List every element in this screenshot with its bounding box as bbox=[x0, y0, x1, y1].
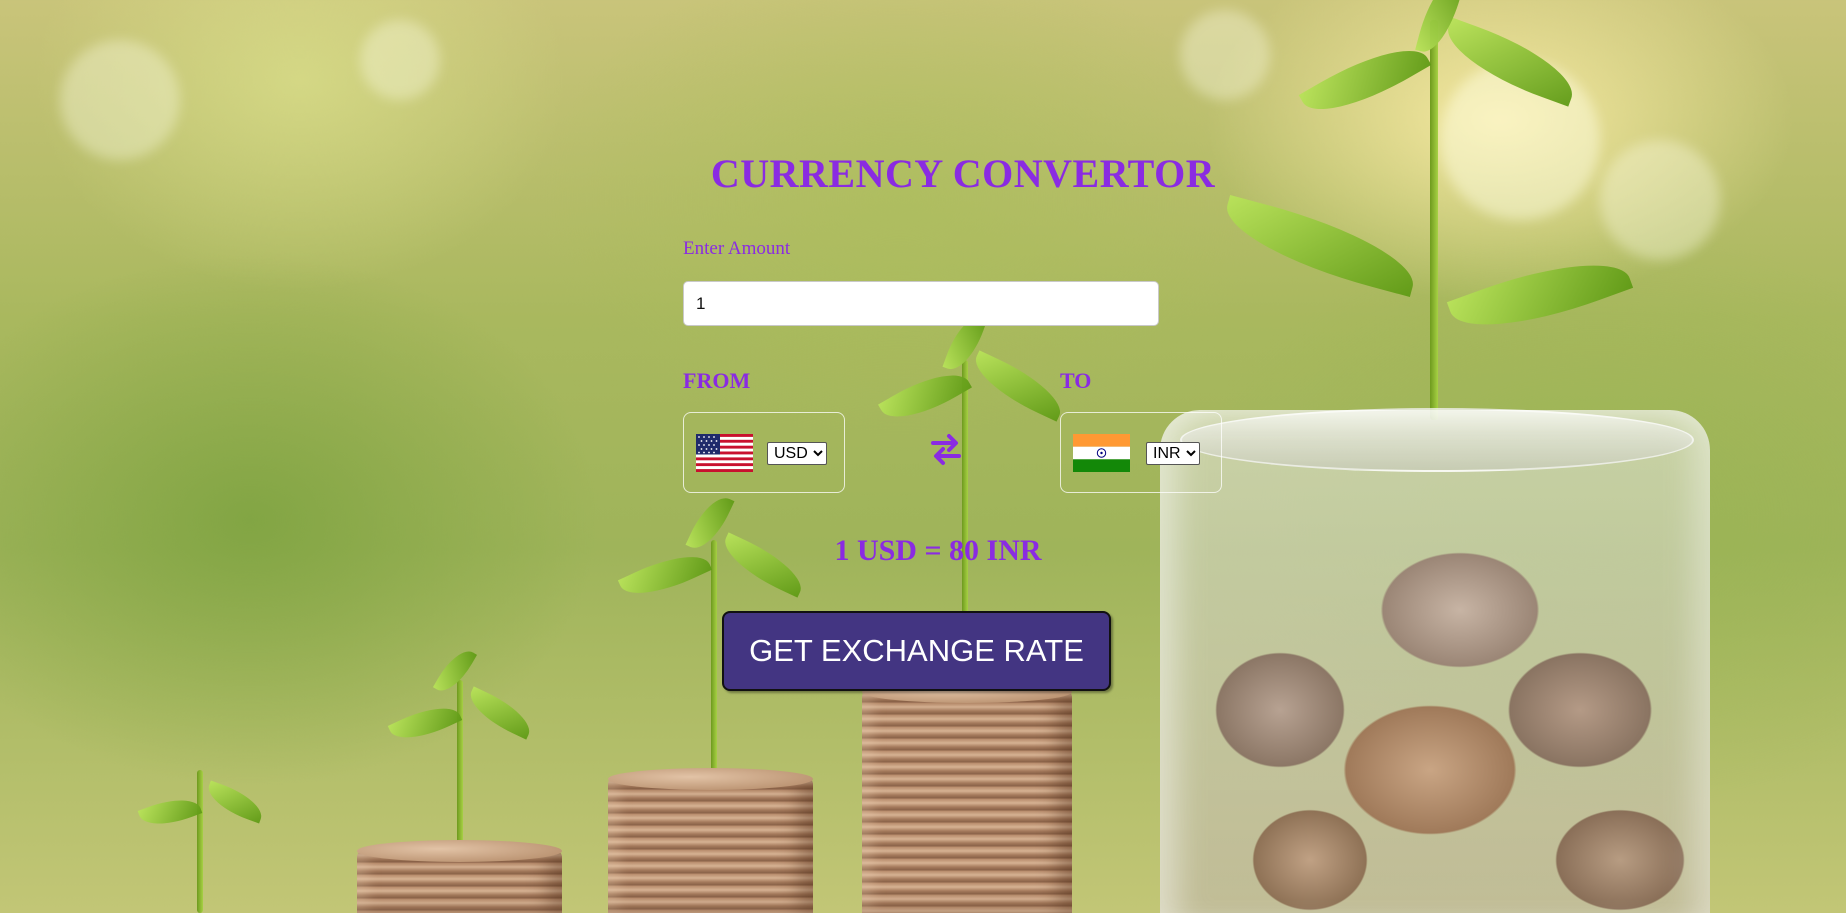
from-currency-select[interactable]: USD bbox=[767, 442, 827, 465]
us-flag-icon bbox=[696, 434, 753, 472]
page-title: CURRENCY CONVERTOR bbox=[710, 151, 1216, 196]
amount-label: Enter Amount bbox=[683, 238, 791, 259]
to-currency-box: INR bbox=[1060, 412, 1222, 493]
converter-panel: CURRENCY CONVERTOR Enter Amount FROM TO bbox=[683, 140, 1243, 700]
from-currency-box: USD bbox=[683, 412, 845, 493]
amount-input[interactable] bbox=[683, 281, 1159, 326]
get-exchange-rate-button[interactable]: GET EXCHANGE RATE bbox=[722, 611, 1111, 691]
india-flag-icon bbox=[1073, 434, 1130, 472]
from-label: FROM bbox=[683, 368, 751, 393]
swap-arrows-icon[interactable] bbox=[929, 430, 963, 468]
to-currency-select[interactable]: INR bbox=[1146, 442, 1200, 465]
to-label: TO bbox=[1060, 368, 1092, 393]
exchange-rate-message: 1 USD = 80 INR bbox=[834, 534, 1042, 567]
